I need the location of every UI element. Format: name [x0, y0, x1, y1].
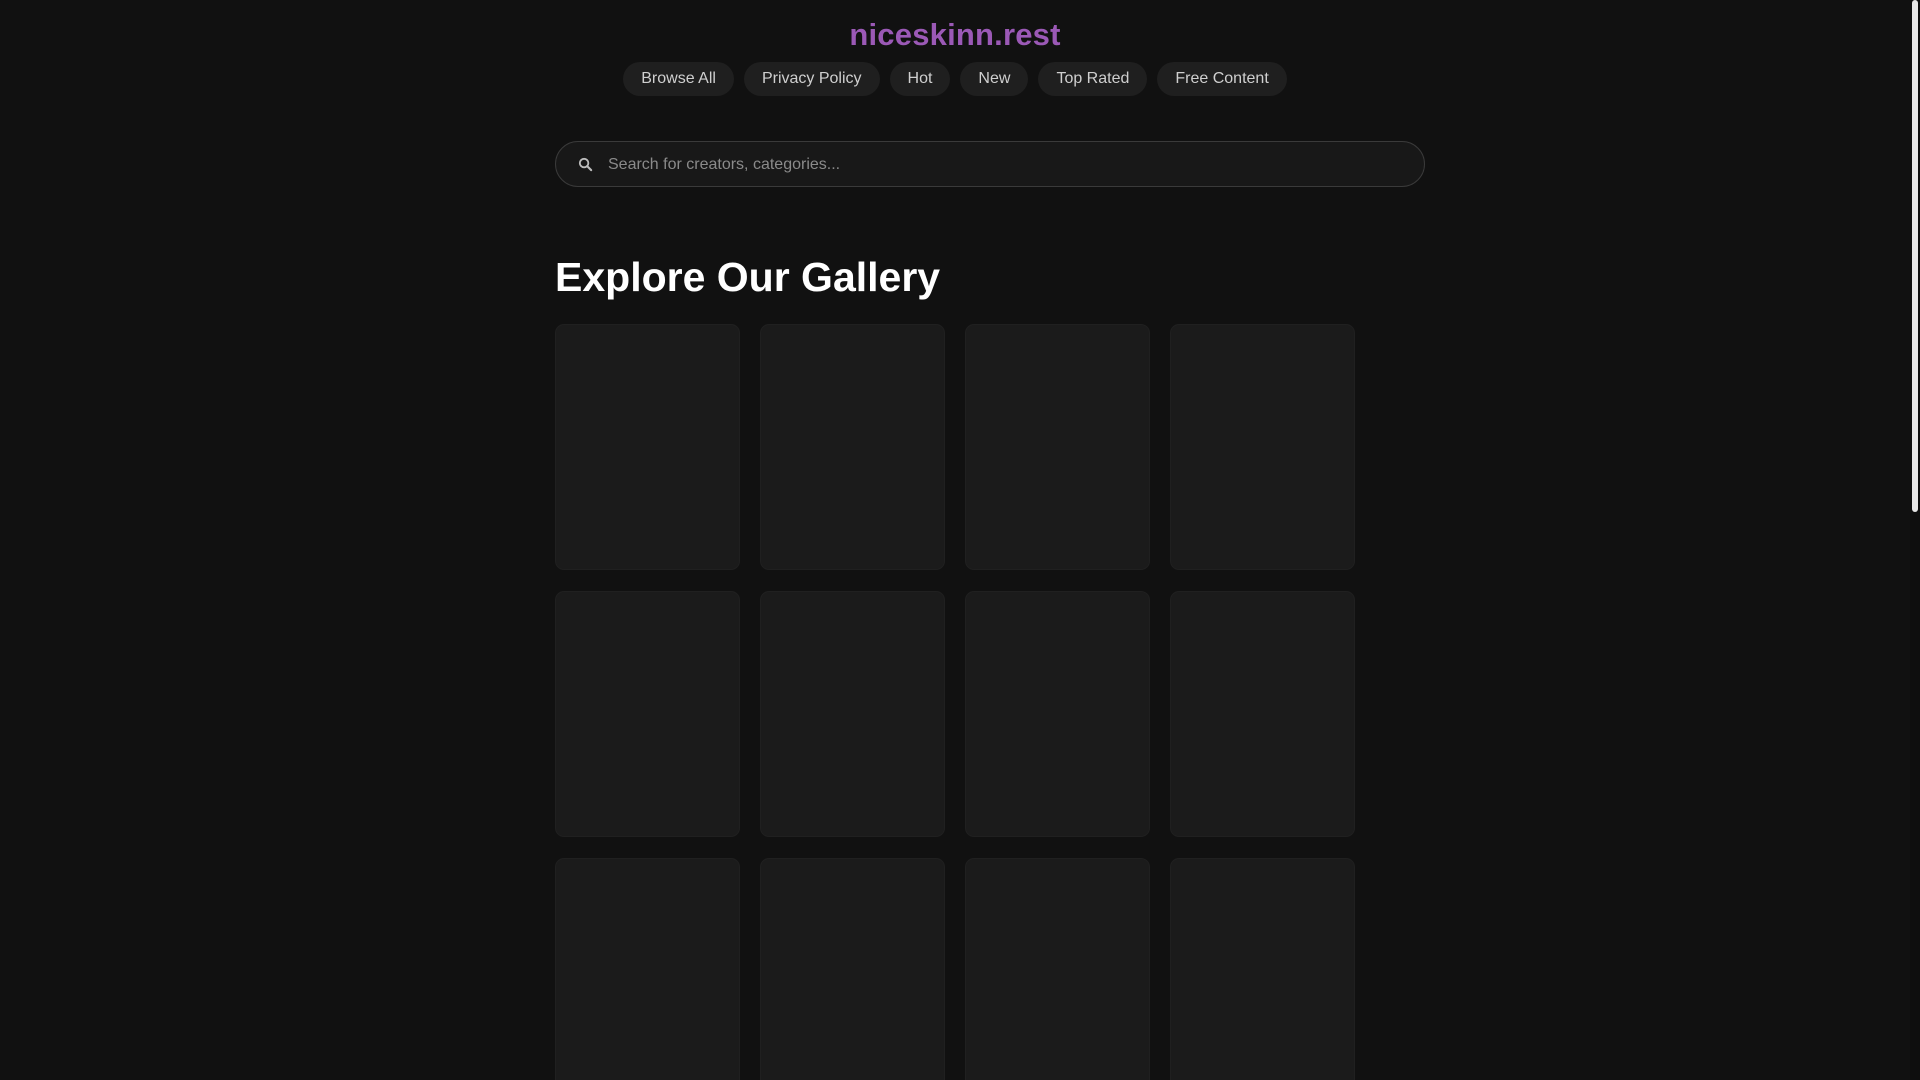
nav-privacy-policy[interactable]: Privacy Policy — [743, 62, 880, 96]
gallery-card[interactable] — [760, 858, 945, 1080]
gallery-card[interactable] — [1170, 324, 1355, 570]
gallery-card[interactable] — [965, 324, 1150, 570]
scrollbar-thumb[interactable] — [1912, 0, 1918, 512]
search-input[interactable] — [606, 142, 1410, 188]
nav-hot[interactable]: Hot — [889, 62, 951, 96]
search-icon[interactable] — [577, 156, 594, 173]
gallery-card[interactable] — [760, 324, 945, 570]
page: niceskinn.rest Browse All Privacy Policy… — [0, 0, 1910, 1080]
page-scrollbar[interactable] — [1910, 0, 1920, 1080]
gallery-card[interactable] — [555, 591, 740, 837]
gallery-card[interactable] — [760, 591, 945, 837]
site-logo[interactable]: niceskinn.rest — [849, 17, 1060, 53]
nav-top-rated[interactable]: Top Rated — [1038, 62, 1148, 96]
gallery-card[interactable] — [1170, 858, 1355, 1080]
gallery-card[interactable] — [555, 858, 740, 1080]
gallery-card[interactable] — [1170, 591, 1355, 837]
gallery-card[interactable] — [965, 858, 1150, 1080]
nav-free-content[interactable]: Free Content — [1157, 62, 1287, 96]
gallery-title: Explore Our Gallery — [555, 254, 941, 300]
gallery-card[interactable] — [965, 591, 1150, 837]
nav-new[interactable]: New — [960, 62, 1029, 96]
gallery-grid — [555, 324, 1355, 1080]
gallery-card[interactable] — [555, 324, 740, 570]
site-header: niceskinn.rest — [0, 0, 1910, 53]
search-bar — [555, 141, 1425, 188]
nav-browse-all[interactable]: Browse All — [623, 62, 734, 96]
main-nav: Browse All Privacy Policy Hot New Top Ra… — [0, 62, 1910, 96]
